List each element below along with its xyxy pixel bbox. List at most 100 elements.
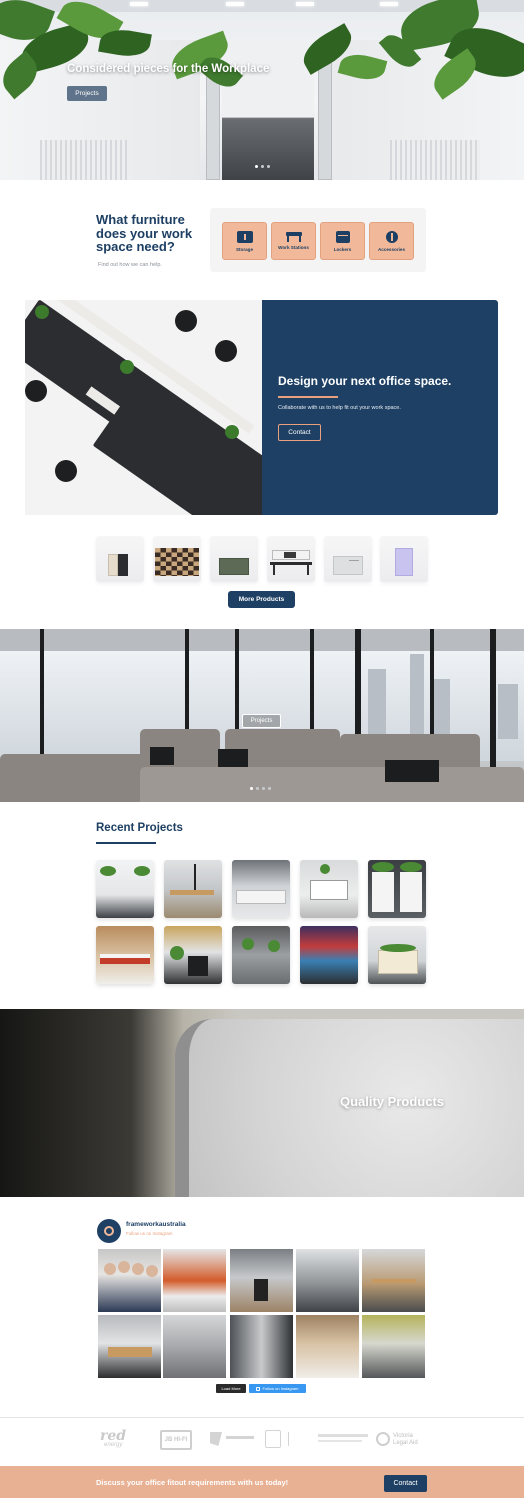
office-chair (175, 310, 197, 332)
project-tile[interactable] (96, 926, 154, 984)
instagram-post[interactable] (296, 1315, 359, 1378)
category-lockers[interactable]: Lockers (320, 222, 365, 260)
follow-instagram-button[interactable]: Follow on Instagram (249, 1384, 306, 1393)
instagram-username[interactable]: frameworkaustralia (126, 1221, 186, 1228)
slider-dot[interactable] (256, 787, 259, 790)
category-label: Accessories (377, 246, 406, 252)
product-storage-cabinet[interactable] (96, 536, 144, 582)
ceiling-light (296, 2, 314, 6)
product-acoustic-panel[interactable] (153, 536, 201, 582)
design-title: Design your next office space. (278, 374, 452, 388)
more-products-button[interactable]: More Products (228, 591, 295, 608)
category-label: Storage (235, 246, 254, 252)
cta-text: Discuss your office fitout requirements … (96, 1478, 289, 1487)
follow-instagram-label: Follow on Instagram (262, 1386, 299, 1391)
instagram-post[interactable] (163, 1249, 226, 1312)
project-tile[interactable] (96, 860, 154, 918)
ceiling-light (130, 2, 148, 6)
needs-subtitle: Find out how we can help. (98, 262, 162, 268)
instagram-post[interactable] (230, 1315, 293, 1378)
category-storage[interactable]: Storage (222, 222, 267, 260)
project-tile[interactable] (232, 926, 290, 984)
project-tile[interactable] (164, 926, 222, 984)
office-desk-image (25, 300, 262, 515)
storage-icon (236, 230, 253, 243)
hero-vent (390, 140, 480, 180)
logo-gra (210, 1432, 222, 1446)
ceiling-light (226, 2, 244, 6)
instagram-post[interactable] (362, 1249, 425, 1312)
instagram-post[interactable] (362, 1315, 425, 1378)
instagram-post[interactable] (98, 1315, 161, 1378)
cta-contact-button[interactable]: Contact (384, 1475, 427, 1492)
slider-dot[interactable] (261, 165, 264, 168)
project-tile[interactable] (300, 926, 358, 984)
project-tile[interactable] (300, 860, 358, 918)
desk-partition (0, 754, 150, 802)
hero-title: Considered pieces for the Workplace (67, 63, 270, 75)
recent-divider (96, 842, 156, 844)
desk-plant (225, 425, 239, 439)
logo-jb-hifi-text: JB HI-FI (164, 1437, 188, 1443)
desk-partition (140, 767, 524, 802)
project-tile[interactable] (368, 926, 426, 984)
hero-corridor (222, 40, 314, 180)
logo-vca-text (318, 1440, 362, 1442)
desk-plant (120, 360, 134, 374)
logo-vla: Victoria Legal Aid (393, 1433, 418, 1446)
office-projects-button[interactable]: Projects (242, 714, 281, 728)
design-subtitle: Collaborate with us to help fit out your… (278, 405, 401, 411)
product-green-cabinet[interactable] (210, 536, 258, 582)
load-more-button[interactable]: Load More (216, 1384, 246, 1393)
slider-dot[interactable] (255, 165, 258, 168)
logo-vca-text (318, 1434, 368, 1437)
project-tile[interactable] (164, 860, 222, 918)
slider-dot[interactable] (250, 787, 253, 790)
instagram-post[interactable] (163, 1315, 226, 1378)
product-lilac-locker[interactable] (380, 536, 428, 582)
office-chair (150, 747, 174, 765)
logo-vla-icon (376, 1432, 390, 1446)
locker-icon (335, 230, 350, 243)
hero-door (318, 60, 332, 180)
product-workstation-desk[interactable] (267, 536, 315, 582)
slider-dot[interactable] (262, 787, 265, 790)
recent-projects-title: Recent Projects (96, 822, 183, 834)
city-tower (368, 669, 386, 739)
instagram-post[interactable] (98, 1249, 161, 1312)
quality-title: Quality Products (340, 1094, 445, 1109)
instagram-icon (256, 1386, 261, 1391)
product-white-drawer-unit[interactable] (324, 536, 372, 582)
quality-banner (0, 1009, 524, 1197)
accessories-icon (385, 230, 398, 243)
hero-vent (40, 140, 130, 180)
office-chair (215, 340, 237, 362)
logo-crest (265, 1430, 281, 1448)
workstation-icon (285, 232, 302, 242)
instagram-follow-text[interactable]: Follow us on Instagram (126, 1231, 173, 1236)
instagram-post[interactable] (230, 1249, 293, 1312)
logo-jb-hifi: JB HI-FI (160, 1430, 192, 1450)
city-tower (410, 654, 424, 739)
instagram-avatar[interactable] (97, 1219, 121, 1243)
project-tile[interactable] (368, 860, 426, 918)
slider-dot[interactable] (268, 787, 271, 790)
office-slider-dots (250, 787, 271, 790)
needs-title: What furniture does your work space need… (96, 212, 193, 254)
design-contact-button[interactable]: Contact (278, 424, 321, 441)
office-chair (55, 460, 77, 482)
hero-projects-button[interactable]: Projects (67, 86, 107, 101)
project-tile[interactable] (232, 860, 290, 918)
hero-slider-dots (255, 165, 270, 168)
logo-gra-bar (226, 1436, 254, 1439)
category-work-stations[interactable]: Work Stations (271, 222, 316, 260)
instagram-post[interactable] (296, 1249, 359, 1312)
design-divider (278, 396, 338, 398)
ceiling-light (380, 2, 398, 6)
category-label: Work Stations (278, 245, 309, 250)
logo-red-energy-sub: energy (104, 1442, 123, 1448)
city-tower (498, 684, 518, 739)
category-accessories[interactable]: Accessories (369, 222, 414, 260)
slider-dot[interactable] (267, 165, 270, 168)
category-label: Lockers (333, 246, 352, 252)
